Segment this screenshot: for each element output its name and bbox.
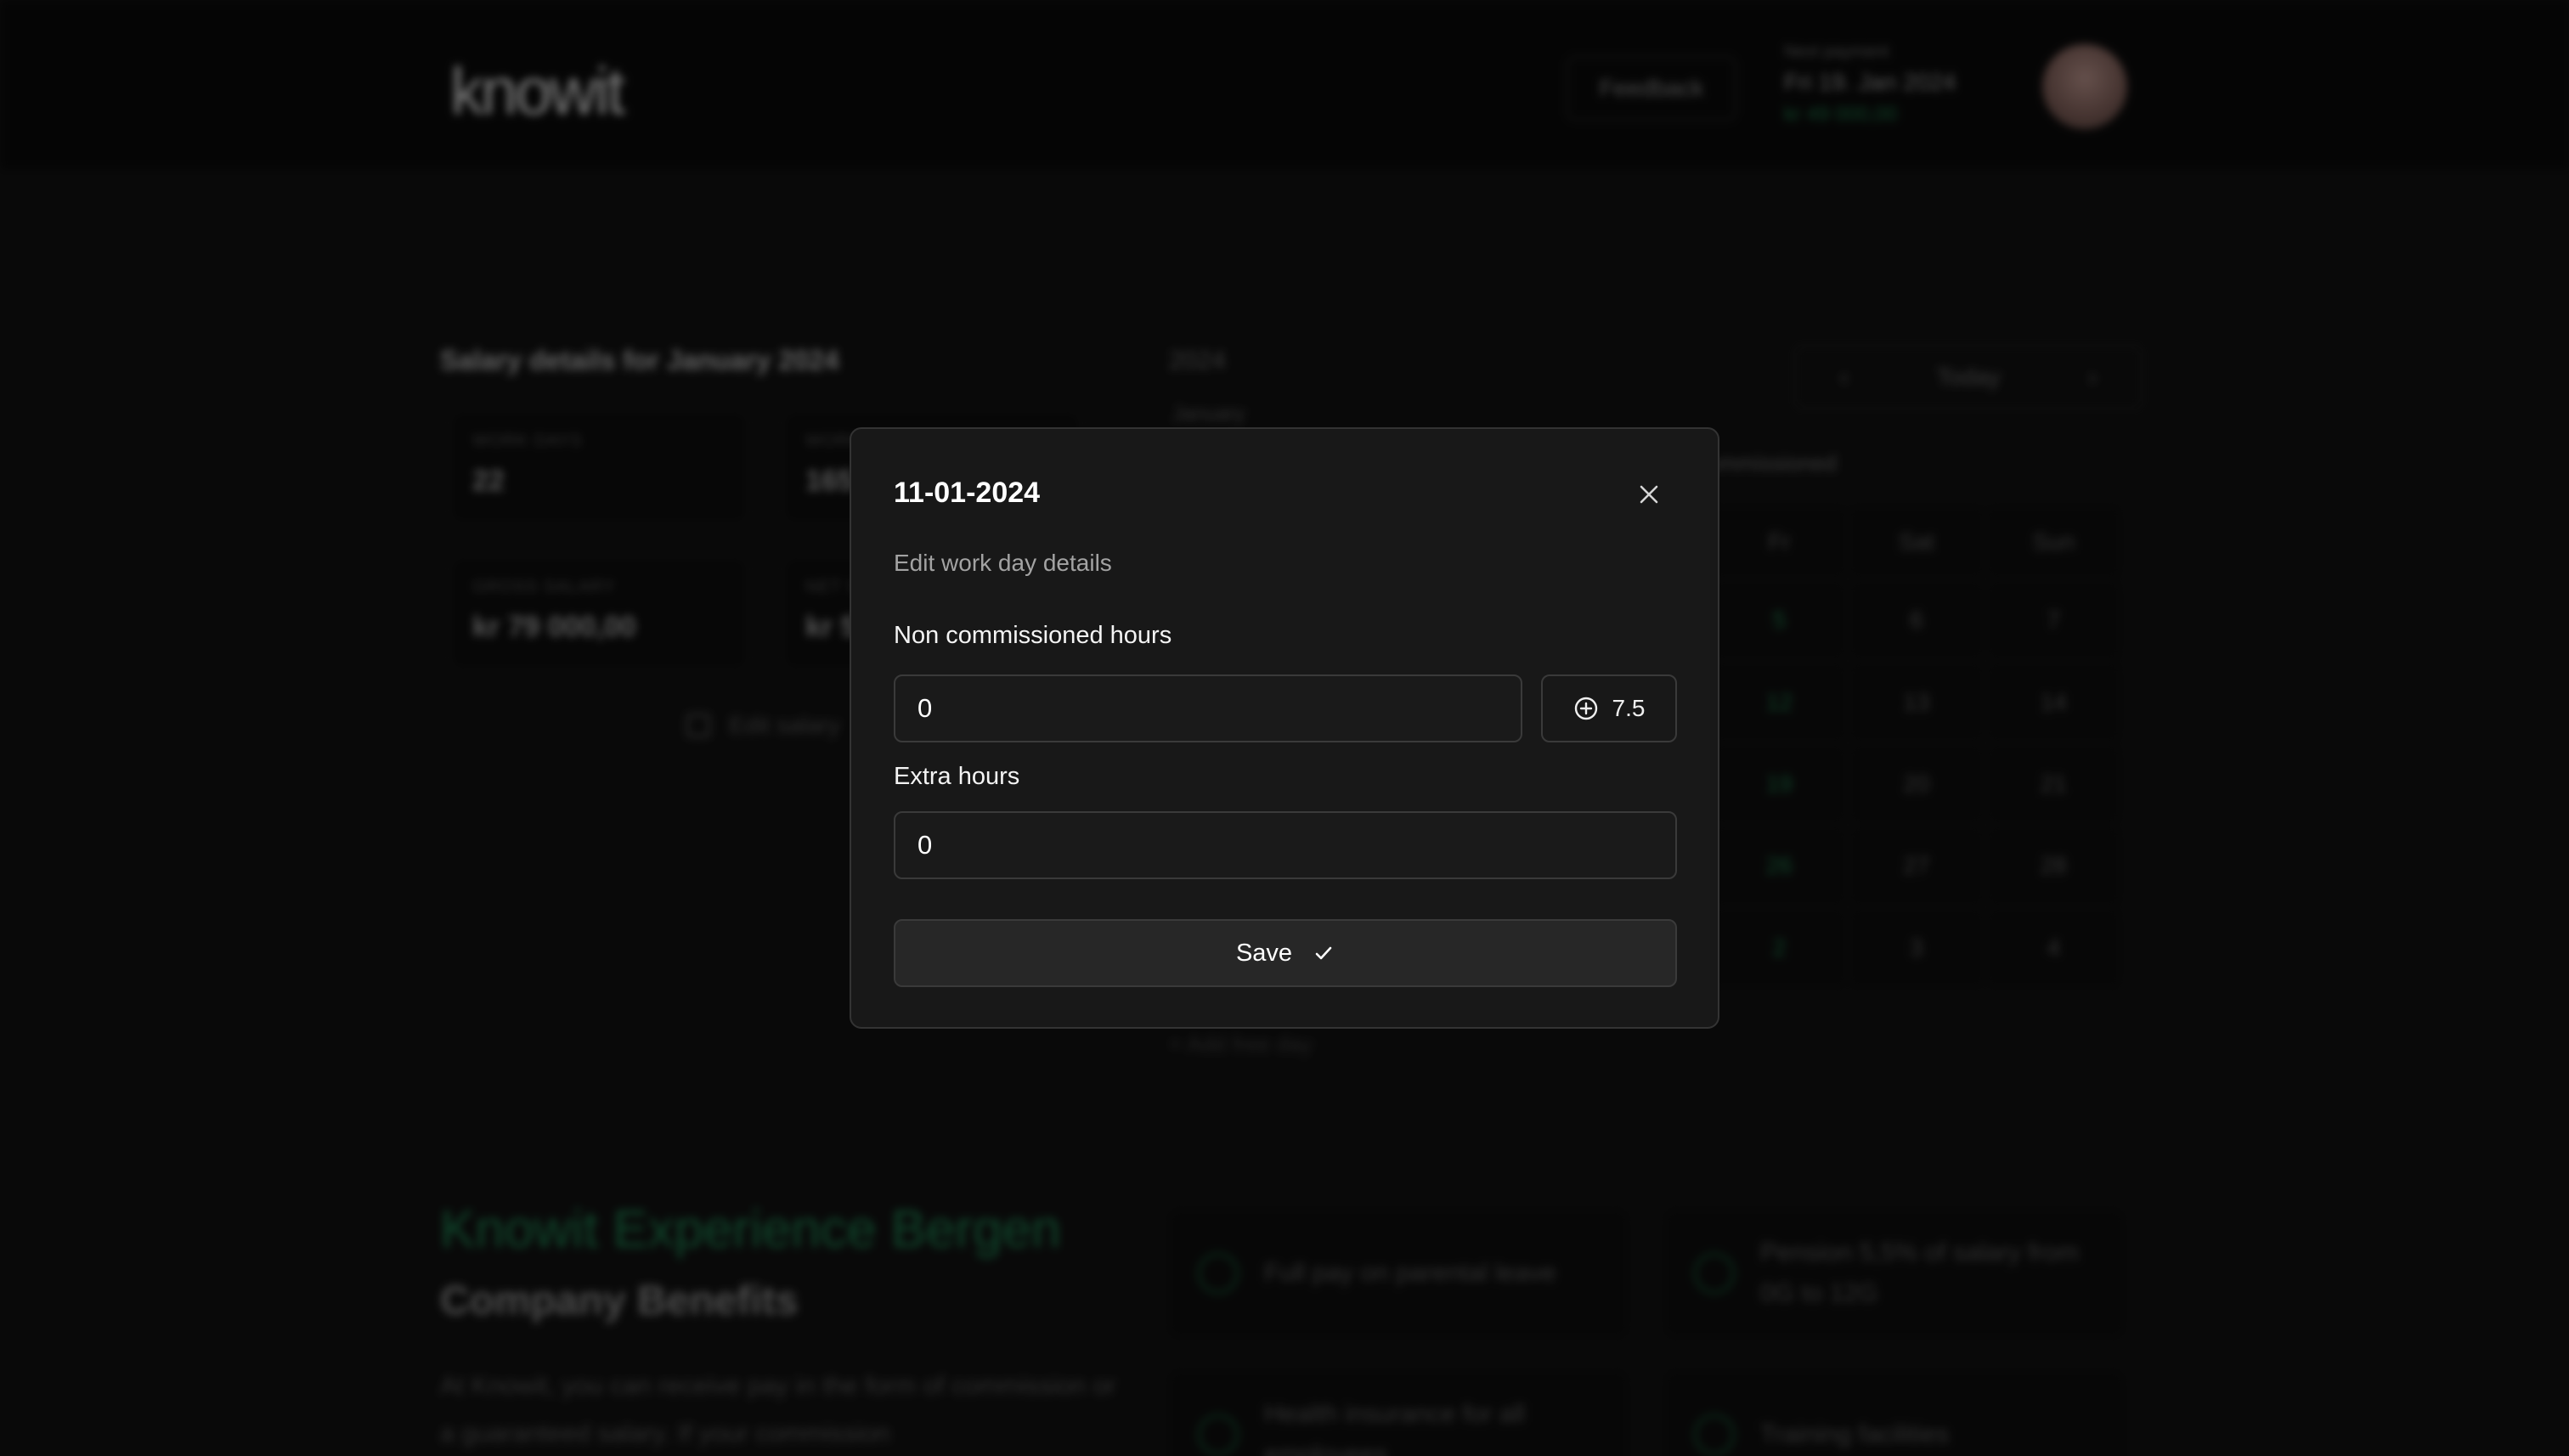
- dialog-subtitle: Edit work day details: [894, 550, 1112, 576]
- check-icon: [1315, 946, 1332, 960]
- close-button[interactable]: [1631, 477, 1667, 512]
- dialog-title: 11-01-2024: [894, 477, 1041, 509]
- fill-hours-value: 7.5: [1612, 695, 1646, 721]
- save-button[interactable]: Save: [894, 919, 1677, 987]
- extra-hours-input[interactable]: [894, 811, 1677, 879]
- save-label: Save: [1235, 939, 1293, 967]
- edit-work-day-dialog: 11-01-2024 Edit work day details Non com…: [850, 427, 1719, 1029]
- plus-circle-icon: [1574, 697, 1597, 720]
- fill-standard-hours-button[interactable]: 7.5: [1541, 674, 1677, 742]
- non-commissioned-hours-label: Non commissioned hours: [894, 622, 1172, 649]
- extra-hours-label: Extra hours: [894, 763, 1020, 790]
- non-commissioned-hours-input[interactable]: [894, 674, 1522, 742]
- close-icon: [1640, 485, 1658, 504]
